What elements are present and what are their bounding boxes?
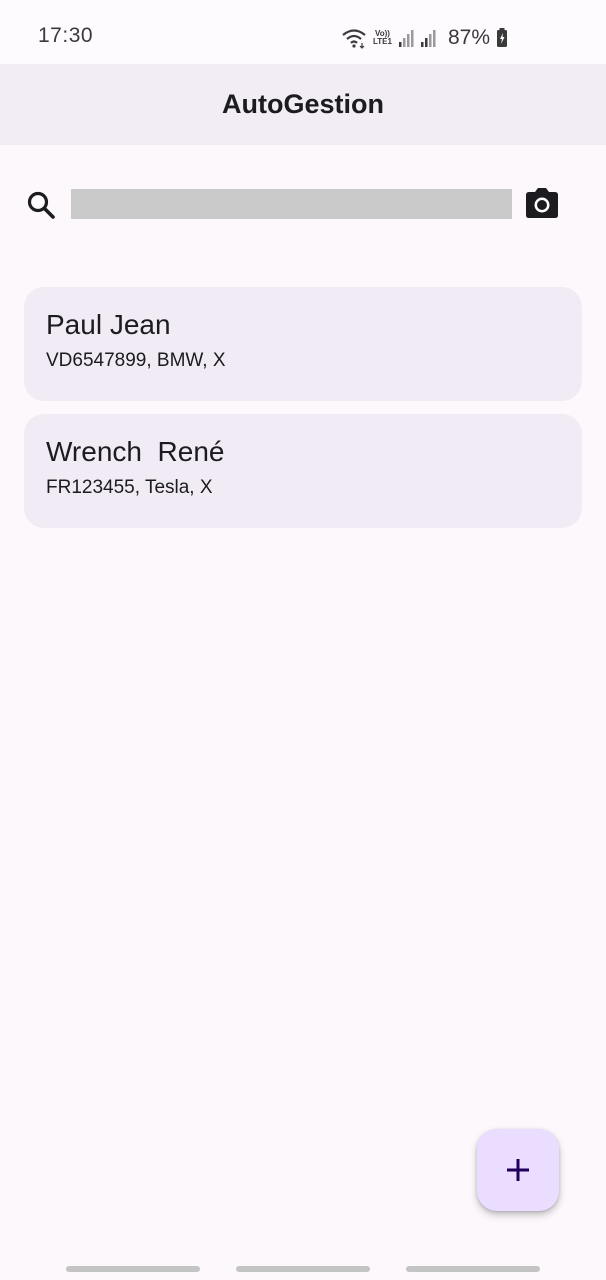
volte-icon: Vo)) LTE1 [373,30,392,46]
status-time: 17:30 [38,24,94,47]
camera-icon[interactable] [524,187,560,221]
signal-icon-2 [420,30,436,47]
status-icons: Vo)) LTE1 87% [341,24,508,52]
app-title: AutoGestion [222,89,384,119]
battery-percentage: 87% [447,26,490,49]
add-icon [507,1159,529,1181]
search-icon[interactable] [25,189,57,221]
app-bar: AutoGestion [0,64,606,145]
status-bar: 17:30 Vo)) LTE1 87% [0,0,606,64]
nav-hint-center [236,1266,370,1272]
volte-bottom-label: LTE1 [373,37,392,46]
client-details: FR123455, Tesla, X [46,477,213,498]
client-name: Paul Jean [46,309,171,340]
client-card[interactable]: Paul Jean VD6547899, BMW, X [24,287,582,401]
client-card[interactable]: Wrench René FR123455, Tesla, X [24,414,582,528]
search-input[interactable] [71,189,512,219]
add-button[interactable] [477,1129,559,1211]
client-name: Wrench René [46,436,225,467]
battery-charging-icon [497,28,507,47]
nav-hint-left [66,1266,200,1272]
wifi-icon [342,29,366,49]
client-details: VD6547899, BMW, X [46,350,226,371]
signal-icon [398,30,414,47]
nav-hint-right [406,1266,540,1272]
